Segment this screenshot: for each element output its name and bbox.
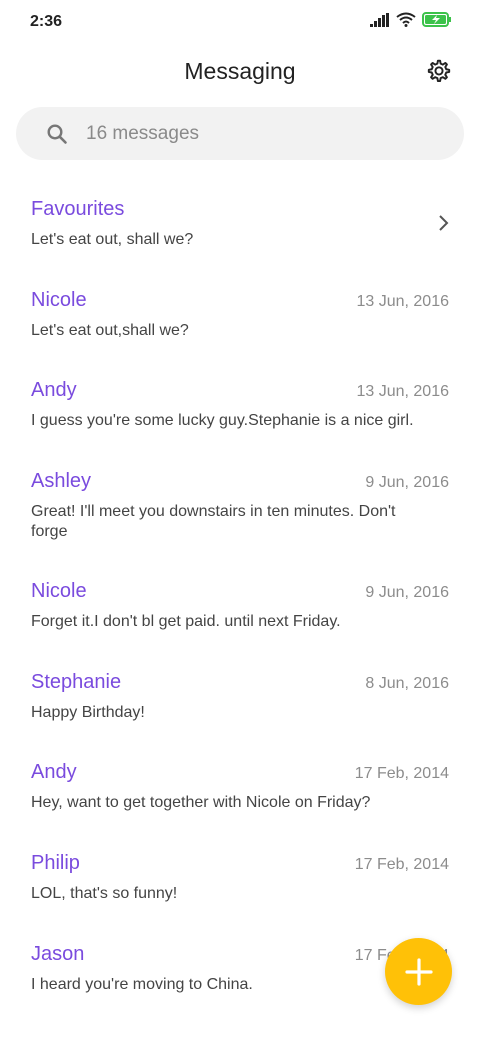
wifi-icon: [396, 12, 416, 27]
message-preview: I guess you're some lucky guy.Stephanie …: [31, 412, 414, 430]
message-date: 13 Jun, 2016: [356, 383, 449, 401]
message-preview: Great! I'll meet you downstairs in ten m…: [31, 503, 396, 541]
favourites-label: Favourites: [31, 198, 125, 220]
message-date: 9 Jun, 2016: [365, 584, 449, 602]
message-preview: Hey, want to get together with Nicole on…: [31, 794, 371, 812]
list-item[interactable]: Nicole 9 Jun, 2016 Forget it.I don't bl …: [0, 562, 480, 653]
contact-name: Ashley: [31, 470, 92, 493]
message-date: 8 Jun, 2016: [365, 674, 449, 692]
favourites-preview: Let's eat out, shall we?: [31, 231, 194, 248]
contact-name: Andy: [31, 761, 77, 784]
message-preview: Let's eat out,shall we?: [31, 321, 189, 339]
list-item[interactable]: Stephanie 8 Jun, 2016 Happy Birthday!: [0, 653, 480, 744]
battery-charging-icon: [422, 12, 451, 27]
contact-name: Jason: [31, 942, 85, 965]
message-preview: LOL, that's so funny!: [31, 885, 178, 903]
status-bar: 2:36: [0, 0, 480, 44]
list-item[interactable]: Ashley 9 Jun, 2016 Great! I'll meet you …: [0, 452, 480, 562]
header: Messaging: [0, 48, 480, 98]
contact-name: Andy: [31, 379, 77, 402]
contact-name: Nicole: [31, 580, 87, 603]
contact-name: Philip: [31, 852, 80, 875]
search-icon: [46, 123, 68, 145]
message-date: 9 Jun, 2016: [365, 474, 449, 492]
message-preview: Happy Birthday!: [31, 703, 145, 721]
chevron-right-icon: [439, 215, 449, 231]
favourites-item[interactable]: Favourites Let's eat out, shall we?: [0, 180, 480, 271]
message-preview: I heard you're moving to China.: [31, 975, 253, 993]
search-bar[interactable]: [16, 107, 464, 160]
list-item[interactable]: Andy 17 Feb, 2014 Hey, want to get toget…: [0, 743, 480, 834]
search-input[interactable]: [84, 121, 428, 146]
plus-icon: [404, 957, 433, 986]
list-item[interactable]: Philip 17 Feb, 2014 LOL, that's so funny…: [0, 834, 480, 925]
conversation-list: Favourites Let's eat out, shall we? Nico…: [0, 180, 480, 1016]
contact-name: Stephanie: [31, 670, 122, 693]
settings-button[interactable]: [424, 56, 454, 86]
status-icons: [370, 12, 452, 27]
contact-name: Nicole: [31, 288, 87, 311]
message-date: 17 Feb, 2014: [354, 856, 449, 874]
page-title: Messaging: [184, 58, 296, 84]
status-time: 2:36: [30, 13, 63, 30]
signal-icon: [370, 12, 389, 27]
list-item[interactable]: Andy 13 Jun, 2016 I guess you're some lu…: [0, 361, 480, 452]
message-date: 13 Jun, 2016: [356, 292, 449, 310]
gear-icon: [427, 59, 451, 83]
new-message-button[interactable]: [385, 938, 452, 1005]
message-preview: Forget it.I don't bl get paid. until nex…: [31, 613, 341, 631]
message-date: 17 Feb, 2014: [354, 765, 449, 783]
list-item[interactable]: Nicole 13 Jun, 2016 Let's eat out,shall …: [0, 271, 480, 362]
